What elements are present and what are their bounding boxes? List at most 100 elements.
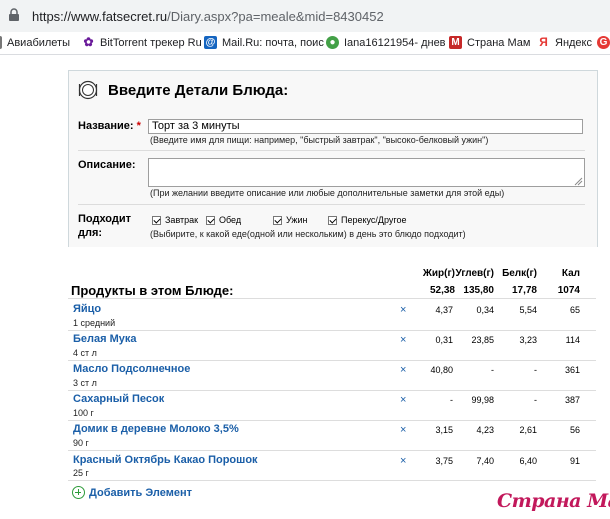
carbs-value: 99,98: [471, 395, 494, 405]
checkbox-checked-icon[interactable]: [328, 215, 337, 225]
product-qty: 4 ст л: [73, 348, 97, 358]
calories-value: 56: [569, 425, 580, 435]
table-divider: [68, 298, 596, 299]
protein-value: 3,23: [519, 335, 537, 345]
bookmark-aviabilety[interactable]: Авиабилеты: [0, 36, 70, 49]
remove-icon[interactable]: ×: [400, 455, 406, 467]
fat-value: 40,80: [430, 365, 453, 375]
bookmark-stranamam[interactable]: M Страна Мам: [449, 36, 530, 49]
bookmark-yandex[interactable]: Я Яндекс: [537, 36, 592, 49]
total-protein: 17,78: [511, 285, 537, 296]
mailru-icon: @: [204, 36, 217, 49]
checkbox-dinner[interactable]: Ужин: [273, 215, 307, 225]
checkbox-breakfast[interactable]: Завтрак: [152, 215, 198, 225]
form-title: Введите Детали Блюда:: [108, 82, 289, 99]
address-bar[interactable]: https://www.fatsecret.ru/Diary.aspx?pa=m…: [0, 0, 610, 32]
column-fat: Жир(г): [422, 268, 455, 279]
add-item-link[interactable]: Добавить Элемент: [72, 486, 192, 499]
bookmarks-bar: Авиабилеты ✿ BitTorrent трекер Ru @ Mail.R…: [0, 32, 610, 55]
diary-icon: ●: [326, 36, 339, 49]
remove-icon[interactable]: ×: [400, 364, 406, 376]
fat-value: -: [450, 395, 453, 405]
globe-icon: G: [597, 36, 610, 49]
total-calories: 1074: [557, 285, 580, 296]
product-name-link[interactable]: Сахарный Песок: [73, 393, 164, 405]
column-carbs: Углев(г): [455, 268, 494, 279]
name-hint: (Введите имя для пищи: например, "быстры…: [150, 135, 489, 145]
name-label: Название: *: [78, 120, 141, 132]
calories-value: 91: [569, 456, 580, 466]
fat-value: 0,31: [435, 335, 453, 345]
protein-value: -: [534, 365, 537, 375]
calories-value: 387: [564, 395, 580, 405]
product-qty: 3 ст л: [73, 378, 97, 388]
divider: [78, 204, 585, 205]
protein-value: 5,54: [519, 305, 537, 315]
fits-label: Подходит для:: [78, 213, 132, 239]
fat-value: 4,37: [435, 305, 453, 315]
calories-value: 65: [569, 305, 580, 315]
calories-value: 114: [565, 335, 580, 345]
checkbox-lunch[interactable]: Обед: [206, 215, 241, 225]
fat-value: 3,75: [435, 456, 453, 466]
table-divider: [68, 480, 596, 481]
yandex-icon: Я: [537, 36, 550, 49]
plus-icon: [72, 486, 85, 499]
bookmark-mailru[interactable]: @ Mail.Ru: почта, поис: [204, 36, 324, 49]
table-divider: [68, 330, 596, 331]
product-qty: 25 г: [73, 468, 89, 478]
lock-icon: [9, 8, 19, 21]
carbs-value: 0,34: [476, 305, 494, 315]
product-name-link[interactable]: Домик в деревне Молоко 3,5%: [73, 423, 239, 435]
calories-value: 361: [564, 365, 580, 375]
table-divider: [68, 450, 596, 451]
carbs-value: 23,85: [471, 335, 494, 345]
checkbox-checked-icon[interactable]: [206, 215, 215, 225]
checkbox-checked-icon[interactable]: [152, 215, 161, 225]
carbs-value: -: [491, 365, 494, 375]
product-name-link[interactable]: Красный Октябрь Какао Порошок: [73, 454, 258, 466]
fits-hint: (Выбирите, к какой еде(одной или несколь…: [150, 229, 466, 239]
carbs-value: 7,40: [476, 456, 494, 466]
stranamam-icon: M: [449, 36, 462, 49]
remove-icon[interactable]: ×: [400, 304, 406, 316]
table-divider: [68, 390, 596, 391]
protein-value: -: [534, 395, 537, 405]
carbs-value: 4,23: [476, 425, 494, 435]
protein-value: 6,40: [519, 456, 537, 466]
description-hint: (При желании введите описание или любые …: [150, 188, 505, 198]
remove-icon[interactable]: ×: [400, 424, 406, 436]
bookmark-diary[interactable]: ● Iana16121954- днев: [326, 36, 446, 49]
product-qty: 100 г: [73, 408, 94, 418]
bookmark-bittorrent[interactable]: ✿ BitTorrent трекер Ru: [82, 36, 202, 49]
divider: [78, 150, 585, 151]
checkbox-snack[interactable]: Перекус/Другое: [328, 215, 407, 225]
watermark: Страна Мам: [497, 490, 610, 512]
product-qty: 1 средний: [73, 318, 116, 328]
total-fat: 52,38: [429, 285, 455, 296]
remove-icon[interactable]: ×: [400, 334, 406, 346]
protein-value: 2,61: [519, 425, 537, 435]
table-divider: [68, 420, 596, 421]
product-qty: 90 г: [73, 438, 89, 448]
checkbox-checked-icon[interactable]: [273, 215, 282, 225]
dish-name-input[interactable]: Торт за 3 минуты: [148, 119, 583, 134]
bookmark-overflow[interactable]: G: [597, 36, 610, 49]
remove-icon[interactable]: ×: [400, 394, 406, 406]
url-text[interactable]: https://www.fatsecret.ru/Diary.aspx?pa=m…: [32, 9, 384, 24]
product-name-link[interactable]: Белая Мука: [73, 333, 137, 345]
product-name-link[interactable]: Яйцо: [73, 303, 101, 315]
bookmark-icon: [0, 36, 2, 49]
column-protein: Белк(г): [502, 268, 537, 279]
fat-value: 3,15: [435, 425, 453, 435]
table-divider: [68, 360, 596, 361]
products-heading: Продукты в этом Блюде:: [71, 283, 234, 298]
plate-icon: [78, 80, 98, 100]
product-name-link[interactable]: Масло Подсолнечное: [73, 363, 190, 375]
resize-handle-icon[interactable]: [574, 177, 583, 186]
description-label: Описание:: [78, 159, 136, 171]
total-carbs: 135,80: [463, 285, 494, 296]
torrent-icon: ✿: [82, 35, 95, 49]
column-calories: Кал: [561, 268, 580, 279]
description-textarea[interactable]: [148, 158, 585, 187]
